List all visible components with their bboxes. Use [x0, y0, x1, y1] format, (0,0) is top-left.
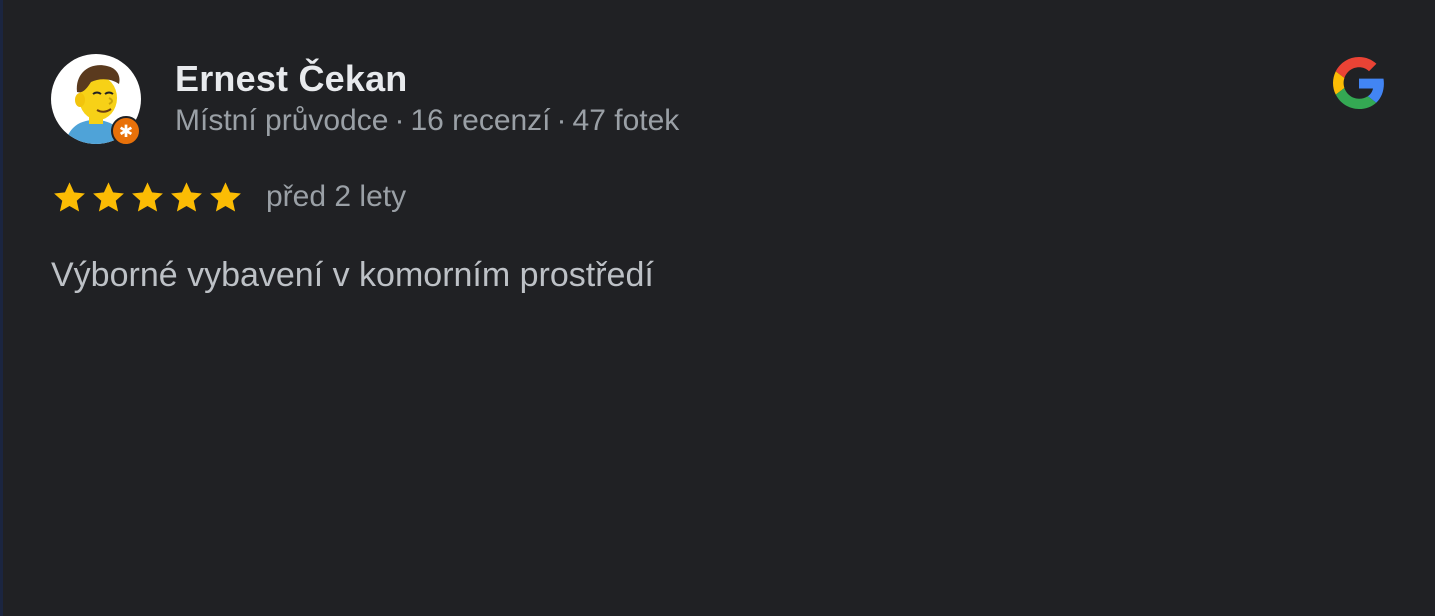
rating-row: před 2 lety [51, 176, 406, 218]
meta-separator: · [394, 104, 405, 137]
star-icon [54, 181, 85, 212]
local-guide-badge-icon: ✱ [111, 116, 141, 146]
google-logo-icon [1333, 57, 1385, 109]
star-rating [51, 179, 244, 216]
review-text: Výborné vybavení v komorním prostředí [51, 256, 654, 294]
star-icon [132, 181, 163, 212]
review-card: ✱ Ernest Čekan Místní průvodce · 16 recenz… [0, 0, 1435, 616]
star-icon [171, 181, 202, 212]
review-date: před 2 lety [266, 180, 407, 213]
author-photo-count: 47 fotek [572, 104, 680, 137]
author-review-count: 16 recenzí [410, 104, 551, 137]
star-icon [210, 181, 241, 212]
author-avatar-container[interactable]: ✱ [51, 54, 143, 146]
author-meta: Místní průvodce · 16 recenzí · 47 fotek [175, 104, 679, 138]
author-role: Místní průvodce [175, 104, 389, 137]
meta-separator: · [556, 104, 567, 137]
author-name[interactable]: Ernest Čekan [175, 58, 408, 100]
star-icon [93, 181, 124, 212]
